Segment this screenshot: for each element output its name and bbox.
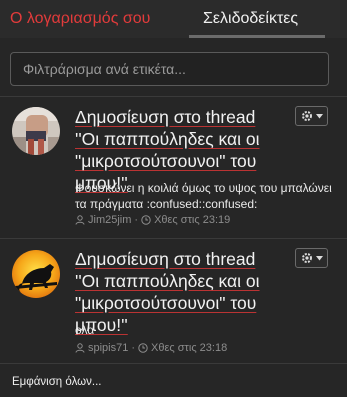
bookmark-time: Χθες στις 23:18 — [151, 342, 228, 354]
user-icon — [75, 343, 85, 353]
gear-icon — [301, 253, 312, 263]
bookmark-snippet: ολα — [75, 323, 95, 337]
bookmark-item: Δημοσίευση στο thread ''Οι παππούληδες κ… — [0, 238, 347, 362]
bookmark-options-button[interactable] — [295, 106, 328, 126]
tag-filter-field[interactable] — [10, 52, 329, 86]
user-icon — [75, 215, 85, 225]
tab-bar: Ο λογαριασμός σου Σελιδοδείκτες — [0, 0, 347, 38]
gear-icon — [301, 111, 312, 121]
meta-separator: · — [131, 342, 136, 354]
panther-avatar[interactable] — [12, 250, 60, 298]
tab-bookmarks[interactable]: Σελιδοδείκτες — [203, 10, 298, 28]
caret-down-icon — [315, 113, 323, 118]
tab-account[interactable]: Ο λογαριασμός σου — [10, 10, 150, 28]
bookmark-meta: spipis71 · Χθες στις 23:18 — [75, 342, 227, 354]
bookmark-author[interactable]: Jim25jim — [88, 214, 131, 226]
bookmark-author[interactable]: spipis71 — [88, 342, 128, 354]
divider — [0, 363, 347, 364]
bookmark-time: Χθες στις 23:19 — [154, 214, 231, 226]
bookmark-options-button[interactable] — [295, 248, 328, 268]
bookmark-item: Δημοσίευση στο thread ''Οι παππούληδες κ… — [0, 96, 347, 236]
tag-filter-input[interactable] — [21, 60, 318, 78]
caret-down-icon — [315, 255, 323, 260]
meta-separator: · — [134, 214, 139, 226]
user-photo-avatar[interactable] — [12, 107, 60, 155]
clock-icon — [141, 215, 151, 225]
bookmark-meta: Jim25jim · Χθες στις 23:19 — [75, 214, 230, 226]
bookmark-snippet: Φουσκώνει η κοιλιά όμως το υψος του μπαλ… — [75, 181, 332, 211]
show-all-link[interactable]: Εμφάνιση όλων... — [12, 376, 101, 388]
clock-icon — [138, 343, 148, 353]
